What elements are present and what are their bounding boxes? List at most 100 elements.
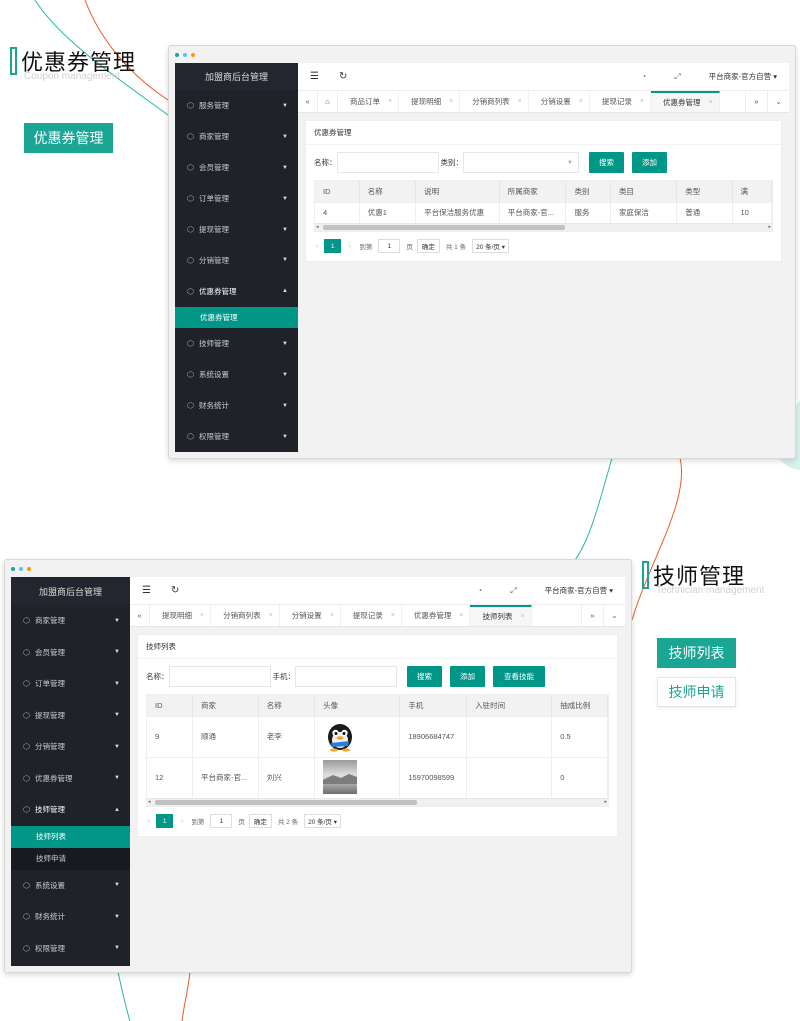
name-input[interactable] <box>336 152 439 173</box>
column-header[interactable]: 类目 <box>610 181 678 202</box>
name-input[interactable] <box>168 666 271 687</box>
sidebar-item-settings[interactable]: ⬡ 系统设置 ▼ <box>175 359 298 390</box>
page-size-select[interactable]: 20 条/页 ▾ <box>472 239 509 253</box>
sidebar-item-order[interactable]: ⬡ 订单管理 ▼ <box>11 668 130 700</box>
sidebar-item-withdraw[interactable]: ⬡ 提现管理 ▼ <box>175 214 298 245</box>
close-icon[interactable]: × <box>640 98 644 105</box>
tab-item[interactable]: 提现记录 × <box>590 91 651 112</box>
tabs-next-icon[interactable]: » <box>745 91 767 112</box>
prev-page-icon[interactable]: ‹ <box>316 243 318 250</box>
add-button[interactable]: 添加 <box>632 152 667 173</box>
sidebar-item-settings[interactable]: ⬡ 系统设置 ▼ <box>11 870 130 902</box>
close-icon[interactable]: × <box>520 613 524 620</box>
prev-page-icon[interactable]: ‹ <box>148 818 150 825</box>
column-header[interactable]: 抽成比例 <box>551 695 608 716</box>
type-select[interactable]: ▼ <box>463 152 579 173</box>
search-button[interactable]: 搜索 <box>407 666 442 687</box>
technician-list-tag[interactable]: 技师列表 <box>657 638 736 668</box>
confirm-button[interactable]: 确定 <box>416 239 440 253</box>
search-button[interactable]: 搜索 <box>589 152 624 173</box>
sidebar-item-permission[interactable]: ⬡ 权限管理 ▼ <box>11 933 130 965</box>
sidebar-item-finance[interactable]: ⬡ 财务统计 ▼ <box>175 390 298 421</box>
menu-toggle-icon[interactable]: ☰ <box>142 585 151 596</box>
close-icon[interactable]: × <box>449 98 453 105</box>
close-icon[interactable]: × <box>388 98 392 105</box>
tabs-prev-icon[interactable]: « <box>130 605 150 626</box>
scroll-right-icon[interactable]: ▸ <box>604 799 607 805</box>
close-icon[interactable]: × <box>330 612 334 619</box>
sidebar-item-order[interactable]: ⬡ 订单管理 ▼ <box>175 183 298 214</box>
sidebar-item-member[interactable]: ⬡ 会员管理 ▼ <box>175 152 298 183</box>
tabs-dropdown-icon[interactable]: ⌄ <box>767 91 789 112</box>
sidebar-item-distribution[interactable]: ⬡ 分销管理 ▼ <box>11 731 130 763</box>
column-header[interactable]: 名称 <box>359 181 417 202</box>
sidebar-item-member[interactable]: ⬡ 会员管理 ▼ <box>11 637 130 669</box>
scroll-right-icon[interactable]: ▸ <box>768 224 771 230</box>
table-row[interactable]: 4 优惠1 平台保洁服务优惠 平台商家-官... 服务 家庭保洁 普通 10 <box>315 201 772 223</box>
sidebar-item-coupon[interactable]: ⬡ 优惠券管理 ▲ <box>175 276 298 307</box>
tab-item-active[interactable]: 优惠券管理 × <box>650 91 720 112</box>
theme-icon[interactable]: ◔ <box>641 72 646 81</box>
sidebar-subitem-technician-list[interactable]: 技师列表 <box>11 825 130 848</box>
add-button[interactable]: 添加 <box>450 666 485 687</box>
home-tab-icon[interactable]: ⌂ <box>318 91 338 112</box>
table-row[interactable]: 9 顺通 老李 18906684747 0.5 <box>147 715 608 757</box>
horizontal-scrollbar[interactable]: ◂ ▸ <box>315 223 772 231</box>
next-page-icon[interactable]: › <box>349 243 351 250</box>
scroll-left-icon[interactable]: ◂ <box>148 799 151 805</box>
tab-item-active[interactable]: 技师列表 × <box>470 605 532 626</box>
column-header[interactable]: 手机 <box>399 695 468 716</box>
menu-toggle-icon[interactable]: ☰ <box>310 71 319 82</box>
page-input[interactable]: 1 <box>210 814 233 828</box>
sidebar-item-permission[interactable]: ⬡ 权限管理 ▼ <box>175 421 298 452</box>
sidebar-subitem-technician-apply[interactable]: 技师申请 <box>11 847 130 870</box>
sidebar-item-withdraw[interactable]: ⬡ 提现管理 ▼ <box>11 700 130 732</box>
current-page[interactable]: 1 <box>324 239 342 253</box>
tabs-next-icon[interactable]: » <box>581 605 603 626</box>
coupon-tag[interactable]: 优惠券管理 <box>24 123 113 153</box>
close-icon[interactable]: × <box>459 612 463 619</box>
refresh-icon[interactable]: ↻ <box>339 71 347 82</box>
refresh-icon[interactable]: ↻ <box>171 585 179 596</box>
page-size-select[interactable]: 20 条/页 ▾ <box>304 814 341 828</box>
sidebar-item-distribution[interactable]: ⬡ 分销管理 ▼ <box>175 245 298 276</box>
close-icon[interactable]: × <box>269 612 273 619</box>
tab-item[interactable]: 提现明细 × <box>399 91 461 112</box>
column-header[interactable]: ID <box>147 695 193 716</box>
close-icon[interactable]: × <box>708 99 712 106</box>
sidebar-subitem-coupon[interactable]: 优惠券管理 <box>175 306 298 329</box>
confirm-button[interactable]: 确定 <box>248 814 272 828</box>
tab-item[interactable]: 分销设置 × <box>280 605 341 626</box>
sidebar-item-technician[interactable]: ⬡ 技师管理 ▲ <box>11 794 130 826</box>
close-icon[interactable]: × <box>391 612 395 619</box>
column-header[interactable]: 满 <box>732 181 772 202</box>
sidebar-item-technician[interactable]: ⬡ 技师管理 ▼ <box>175 328 298 359</box>
column-header[interactable]: 类型 <box>676 181 733 202</box>
close-icon[interactable]: × <box>200 612 204 619</box>
user-menu[interactable]: 平台商家-官方自营 ▾ <box>709 71 777 82</box>
column-header[interactable]: 类别 <box>565 181 611 202</box>
tab-item[interactable]: 提现明细 × <box>150 605 212 626</box>
fullscreen-icon[interactable]: ⤢ <box>510 586 516 596</box>
theme-icon[interactable]: ◔ <box>477 586 482 595</box>
scroll-left-icon[interactable]: ◂ <box>316 224 319 230</box>
tab-item[interactable]: 分销商列表 × <box>460 91 529 112</box>
sidebar-item-merchant[interactable]: ⬡ 商家管理 ▼ <box>175 121 298 152</box>
phone-input[interactable] <box>295 666 397 687</box>
column-header[interactable]: 头像 <box>314 695 401 716</box>
table-row[interactable]: 12 平台商家-官... 刘兴 15970098599 0 <box>147 756 608 798</box>
tab-item[interactable]: 分销商列表 × <box>211 605 280 626</box>
tabs-prev-icon[interactable]: « <box>298 91 318 112</box>
column-header[interactable]: 商家 <box>192 695 259 716</box>
column-header[interactable]: 说明 <box>415 181 500 202</box>
scrollbar-thumb[interactable] <box>155 800 417 805</box>
scrollbar-thumb[interactable] <box>323 225 565 230</box>
close-icon[interactable]: × <box>518 98 522 105</box>
column-header[interactable]: ID <box>315 181 360 202</box>
tabs-dropdown-icon[interactable]: ⌄ <box>603 605 625 626</box>
tab-item[interactable]: 分销设置 × <box>529 91 590 112</box>
view-skills-button[interactable]: 查看技能 <box>493 666 545 687</box>
sidebar-item-merchant[interactable]: ⬡ 商家管理 ▼ <box>11 605 130 637</box>
page-input[interactable]: 1 <box>378 239 401 253</box>
tab-item[interactable]: 提现记录 × <box>341 605 402 626</box>
